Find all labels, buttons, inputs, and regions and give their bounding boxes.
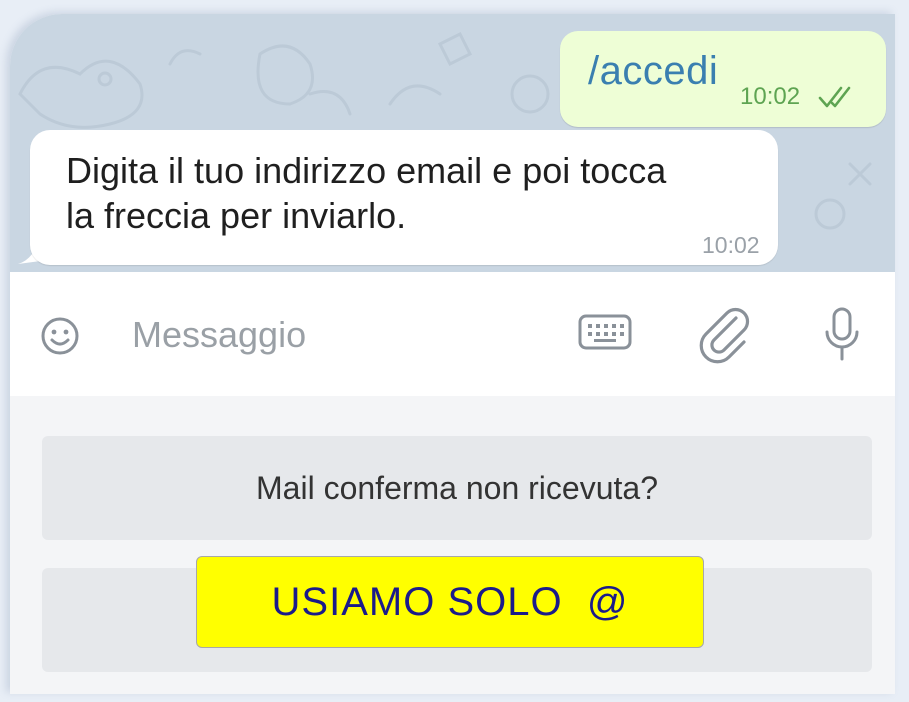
reply-button-mail-not-received[interactable]: Mail conferma non ricevuta? [42,436,872,540]
keyboard-icon[interactable] [578,312,632,352]
message-composer [10,272,895,396]
double-check-icon [818,86,851,108]
emoji-icon[interactable] [40,316,80,356]
chat-area: /accedi 10:02 Digita il tuo indirizzo em… [10,14,895,272]
incoming-message-line-1: Digita il tuo indirizzo email e poi tocc… [66,150,667,191]
outgoing-message-time: 10:02 [740,83,801,110]
outgoing-message-bubble[interactable]: /accedi 10:02 [560,31,886,127]
paperclip-icon[interactable] [696,304,756,364]
incoming-message-text: Digita il tuo indirizzo email e poi tocc… [66,148,766,238]
incoming-message-line-2: la freccia per inviarlo. [66,195,407,236]
outgoing-message-text: /accedi [588,49,719,93]
message-input[interactable] [132,310,532,360]
annotation-banner: USIAMO SOLO @ [196,556,704,648]
reply-keyboard: Mail conferma non ricevuta? [10,396,895,694]
incoming-message-time: 10:02 [702,232,760,258]
microphone-icon[interactable] [824,306,860,364]
incoming-message-bubble[interactable]: Digita il tuo indirizzo email e poi tocc… [30,130,778,265]
